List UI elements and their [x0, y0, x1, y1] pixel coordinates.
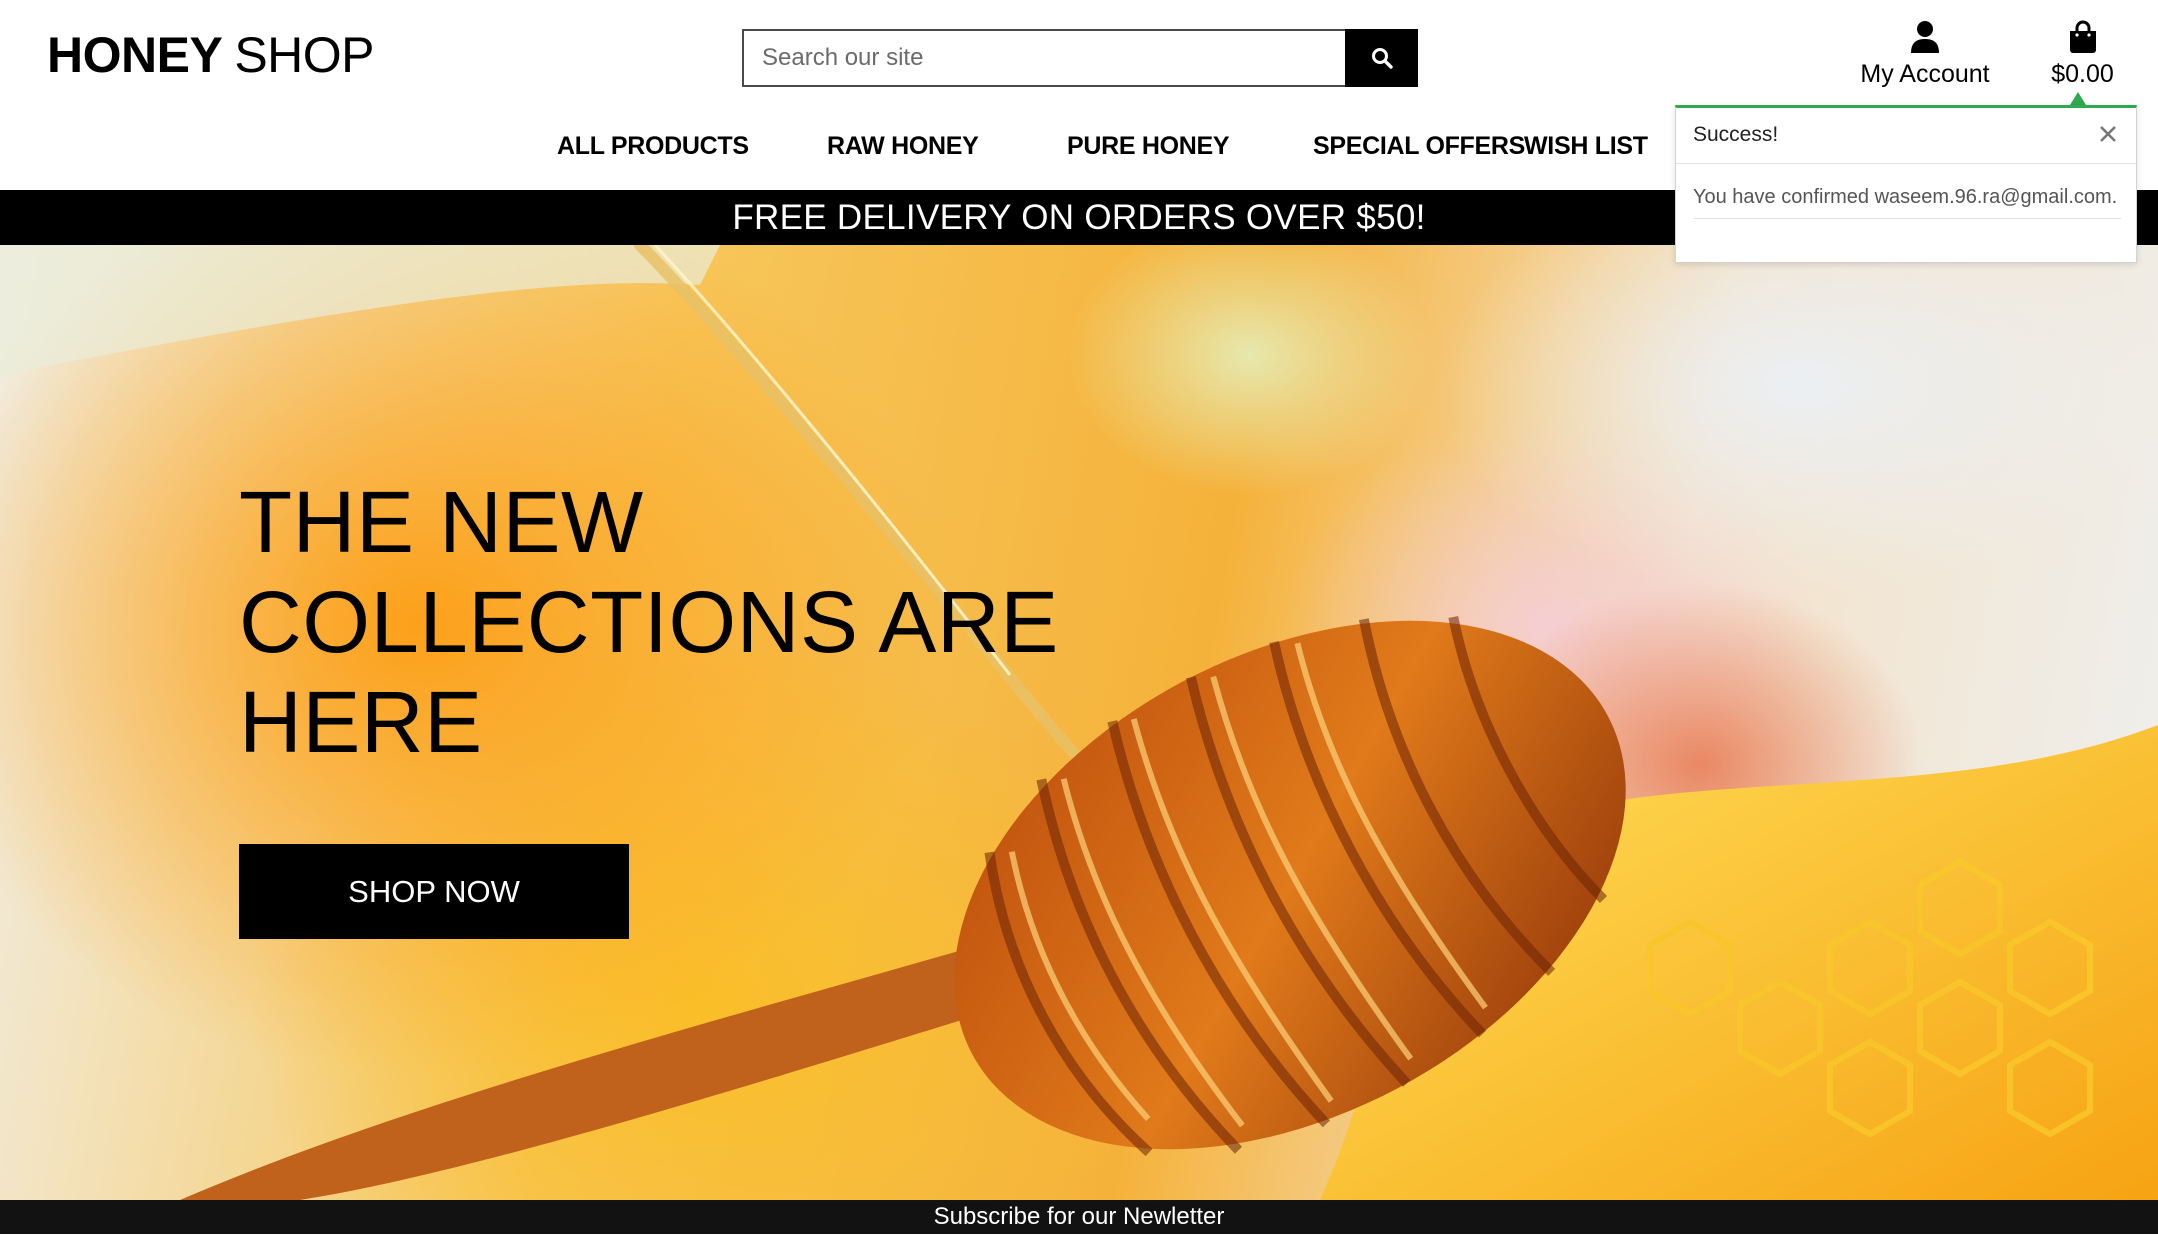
- shopping-bag-icon: [2069, 20, 2096, 53]
- nav-item-wish-list[interactable]: WISH LIST: [1524, 132, 1648, 161]
- toast-pointer: [2070, 92, 2086, 105]
- my-account-label: My Account: [1860, 60, 1990, 88]
- toast-title: Success!: [1693, 123, 1779, 146]
- search-form: [742, 29, 1418, 87]
- cart-link[interactable]: $0.00: [2040, 20, 2125, 89]
- success-toast: Success! You have confirmed waseem.96.ra…: [1675, 105, 2137, 263]
- user-icon: [1911, 21, 1939, 53]
- close-icon: [2100, 126, 2116, 142]
- page: HONEYSHOP My Account: [0, 0, 2158, 1236]
- search-icon: [1371, 48, 1393, 69]
- toast-header: Success!: [1676, 108, 2136, 164]
- toast-message: You have confirmed waseem.96.ra@gmail.co…: [1693, 186, 2121, 219]
- hero-title-line-3: HERE: [239, 674, 483, 771]
- toast-close-button[interactable]: [2094, 120, 2122, 148]
- newsletter-strip[interactable]: Subscribe for our Newletter: [0, 1200, 2158, 1234]
- hero-title-line-2: COLLECTIONS ARE: [239, 574, 1059, 671]
- shop-now-button[interactable]: SHOP NOW: [239, 844, 629, 939]
- logo-text: SHOP: [234, 27, 375, 83]
- search-input[interactable]: [742, 29, 1345, 87]
- site-logo[interactable]: HONEY SHOP: [47, 26, 375, 84]
- hero-title: THE NEW COLLECTIONS ARE HERE: [239, 473, 1059, 773]
- nav-item-raw-honey[interactable]: RAW HONEY: [827, 132, 979, 161]
- nav-item-pure-honey[interactable]: PURE HONEY: [1067, 132, 1230, 161]
- hero-section: THE NEW COLLECTIONS ARE HERE SHOP NOW: [0, 245, 2158, 1200]
- logo-bold-text: HONEY: [47, 27, 223, 83]
- cart-total: $0.00: [2051, 60, 2114, 88]
- hero-title-line-1: THE NEW: [239, 474, 644, 571]
- my-account-link[interactable]: My Account: [1855, 20, 1995, 89]
- nav-item-all-products[interactable]: ALL PRODUCTS: [557, 132, 749, 161]
- nav-item-special-offers[interactable]: SPECIAL OFFERS: [1313, 132, 1525, 161]
- search-button[interactable]: [1345, 29, 1418, 87]
